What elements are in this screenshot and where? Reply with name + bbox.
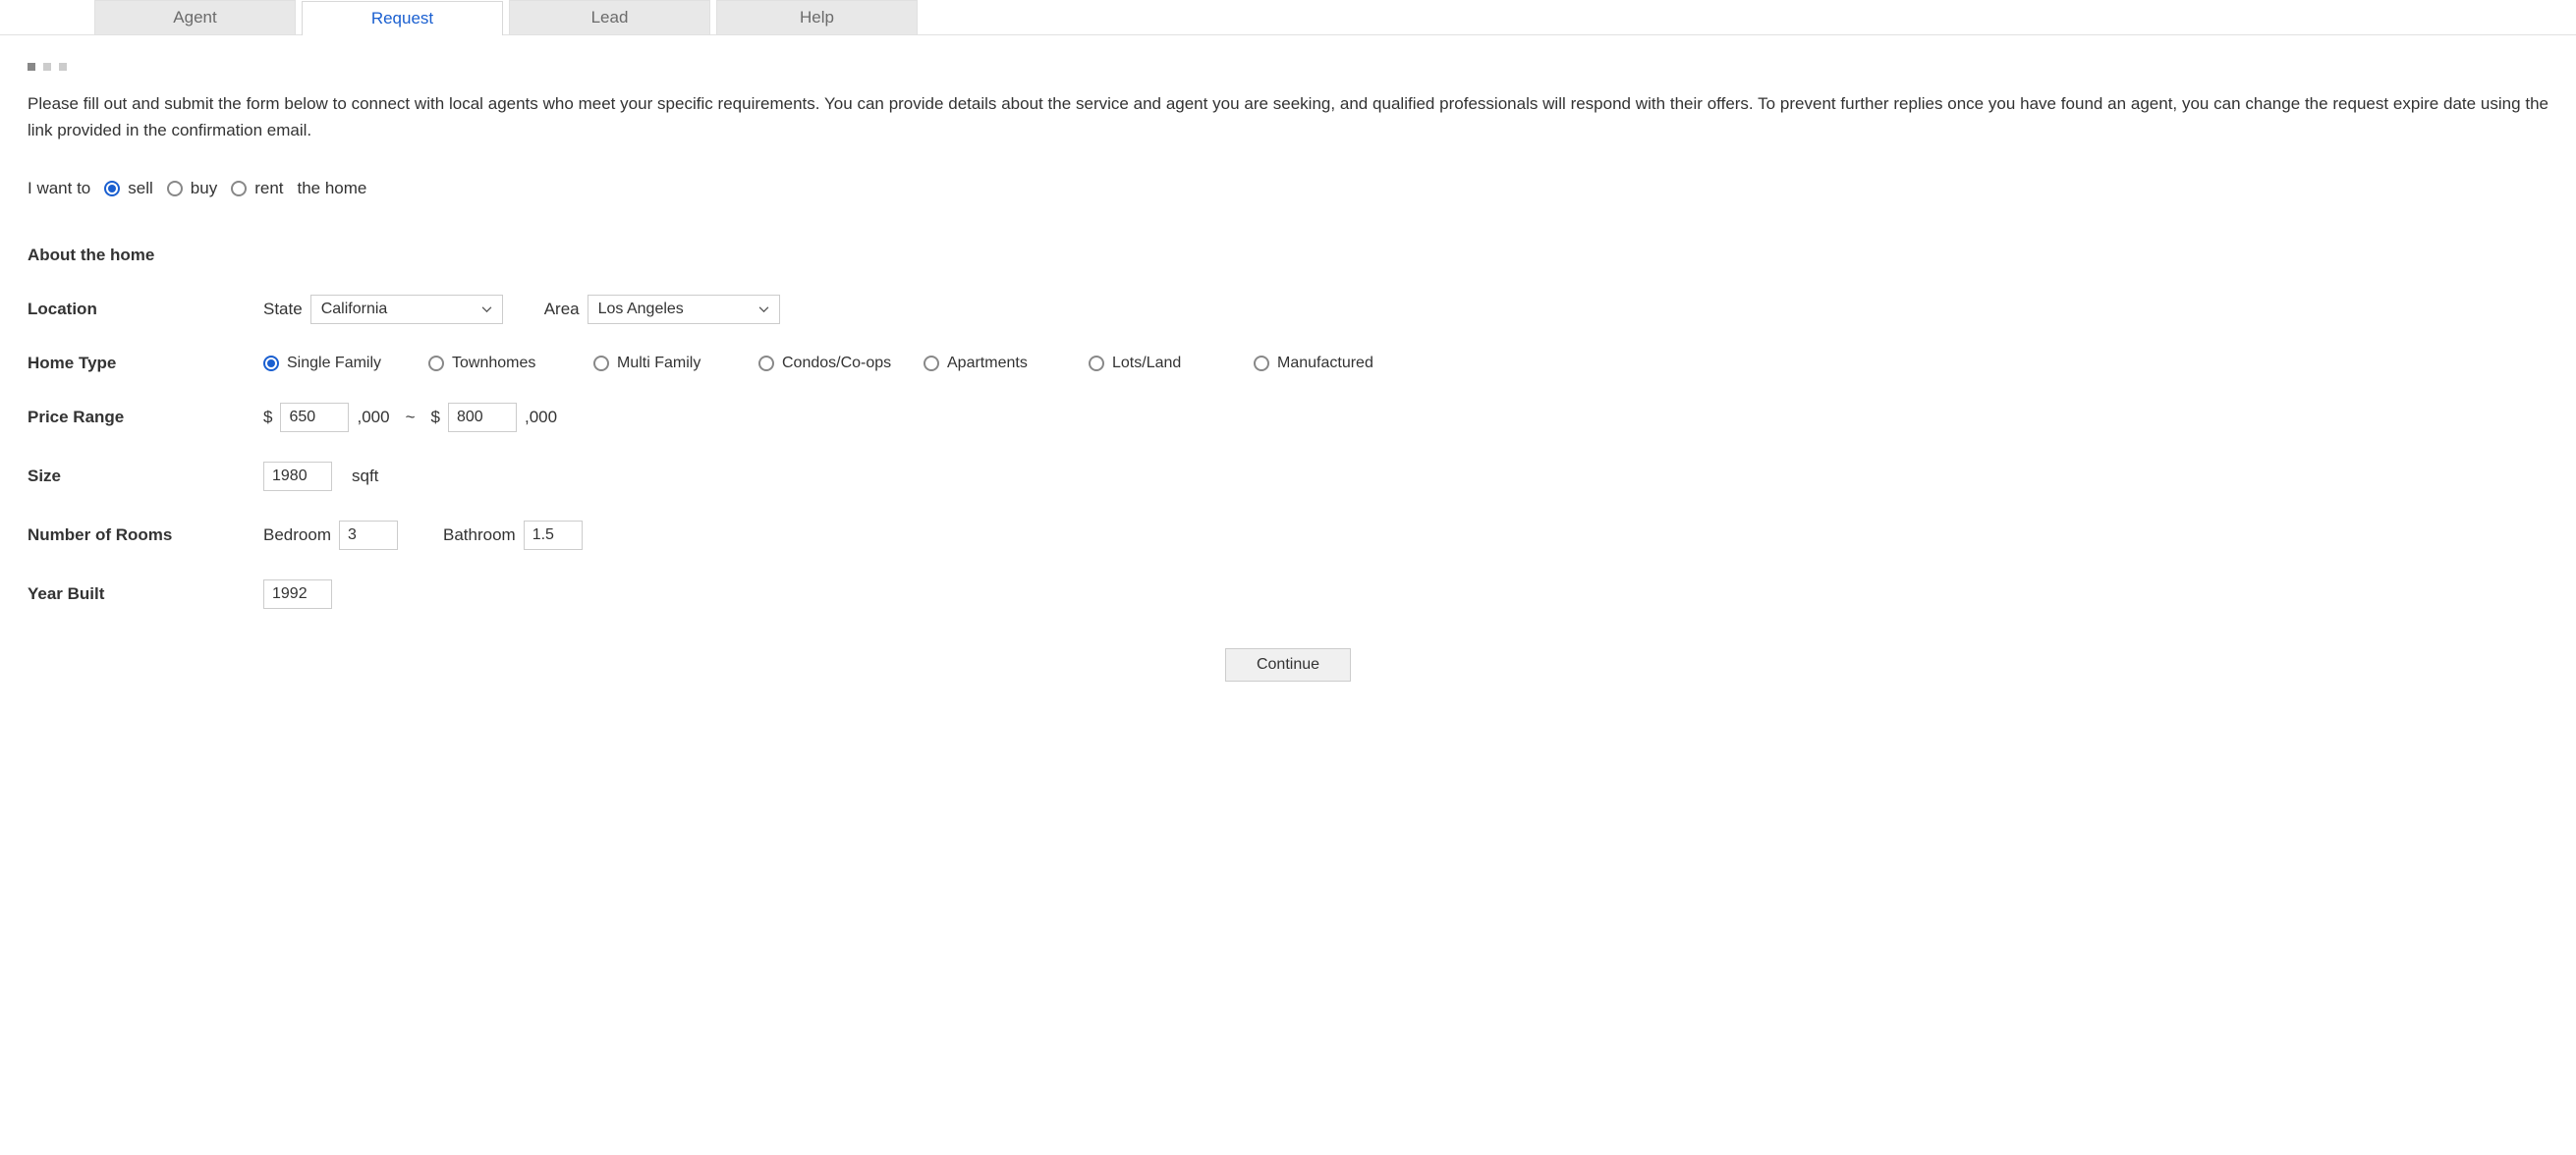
label-year-built: Year Built <box>28 584 263 604</box>
radio-icon <box>758 356 774 371</box>
row-size: Size sqft <box>28 462 2548 491</box>
continue-button[interactable]: Continue <box>1225 648 1351 682</box>
row-home-type: Home Type Single Family Townhomes Multi … <box>28 354 2548 373</box>
row-year-built: Year Built <box>28 579 2548 609</box>
intent-suffix: the home <box>298 179 367 198</box>
chevron-down-icon <box>758 304 769 315</box>
radio-icon <box>924 356 939 371</box>
state-value: California <box>321 301 388 318</box>
currency-symbol: $ <box>431 408 440 427</box>
state-select[interactable]: California <box>310 295 503 324</box>
tab-help[interactable]: Help <box>716 0 918 34</box>
radio-icon <box>231 181 247 196</box>
radio-icon <box>428 356 444 371</box>
hometype-radio-single-family[interactable]: Single Family <box>263 355 428 372</box>
hometype-label: Single Family <box>287 355 381 372</box>
price-max-input[interactable] <box>448 403 517 432</box>
year-built-input[interactable] <box>263 579 332 609</box>
tab-lead[interactable]: Lead <box>509 0 710 34</box>
row-price-range: Price Range $ ,000 ~ $ ,000 <box>28 403 2548 432</box>
hometype-radio-condos[interactable]: Condos/Co-ops <box>758 355 924 372</box>
area-select[interactable]: Los Angeles <box>588 295 780 324</box>
hometype-label: Manufactured <box>1277 355 1373 372</box>
intent-prefix: I want to <box>28 179 90 198</box>
hometype-label: Lots/Land <box>1112 355 1181 372</box>
hometype-label: Apartments <box>947 355 1028 372</box>
label-price-range: Price Range <box>28 408 263 427</box>
hometype-radio-manufactured[interactable]: Manufactured <box>1254 355 1419 372</box>
hometype-label: Condos/Co-ops <box>782 355 891 372</box>
intent-label: sell <box>128 179 153 198</box>
intent-radio-rent[interactable]: rent <box>231 179 283 198</box>
tabs-bar: Agent Request Lead Help <box>0 0 2576 35</box>
radio-icon <box>1254 356 1269 371</box>
intent-row: I want to sell buy rent the home <box>28 179 2548 198</box>
label-rooms: Number of Rooms <box>28 525 263 545</box>
step-dots <box>28 63 2548 71</box>
hometype-radio-lots-land[interactable]: Lots/Land <box>1089 355 1254 372</box>
row-rooms: Number of Rooms Bedroom Bathroom <box>28 521 2548 550</box>
radio-icon <box>1089 356 1104 371</box>
label-bathroom: Bathroom <box>443 525 516 545</box>
label-area: Area <box>544 300 580 319</box>
hometype-radio-apartments[interactable]: Apartments <box>924 355 1089 372</box>
radio-icon <box>167 181 183 196</box>
label-location: Location <box>28 300 263 319</box>
label-size: Size <box>28 467 263 486</box>
hometype-radio-multi-family[interactable]: Multi Family <box>593 355 758 372</box>
label-home-type: Home Type <box>28 354 263 373</box>
radio-icon <box>104 181 120 196</box>
intro-text: Please fill out and submit the form belo… <box>28 90 2548 143</box>
label-state: State <box>263 300 303 319</box>
price-thousands-suffix: ,000 <box>357 408 389 427</box>
price-min-input[interactable] <box>280 403 349 432</box>
hometype-radio-townhomes[interactable]: Townhomes <box>428 355 593 372</box>
step-dot-2 <box>43 63 51 71</box>
section-title-about-home: About the home <box>28 246 2548 265</box>
hometype-label: Townhomes <box>452 355 535 372</box>
row-location: Location State California Area Los Angel… <box>28 295 2548 324</box>
tab-request[interactable]: Request <box>302 1 503 35</box>
bedroom-input[interactable] <box>339 521 398 550</box>
radio-icon <box>263 356 279 371</box>
step-dot-3 <box>59 63 67 71</box>
radio-icon <box>593 356 609 371</box>
tab-agent[interactable]: Agent <box>94 0 296 34</box>
step-dot-1 <box>28 63 35 71</box>
price-range-separator: ~ <box>406 408 416 427</box>
size-unit: sqft <box>352 467 378 486</box>
size-input[interactable] <box>263 462 332 491</box>
label-bedroom: Bedroom <box>263 525 331 545</box>
intent-radio-buy[interactable]: buy <box>167 179 217 198</box>
intent-radio-sell[interactable]: sell <box>104 179 153 198</box>
price-thousands-suffix: ,000 <box>525 408 557 427</box>
hometype-label: Multi Family <box>617 355 700 372</box>
bathroom-input[interactable] <box>524 521 583 550</box>
intent-label: buy <box>191 179 217 198</box>
chevron-down-icon <box>481 304 492 315</box>
intent-label: rent <box>254 179 283 198</box>
area-value: Los Angeles <box>598 301 684 318</box>
currency-symbol: $ <box>263 408 272 427</box>
